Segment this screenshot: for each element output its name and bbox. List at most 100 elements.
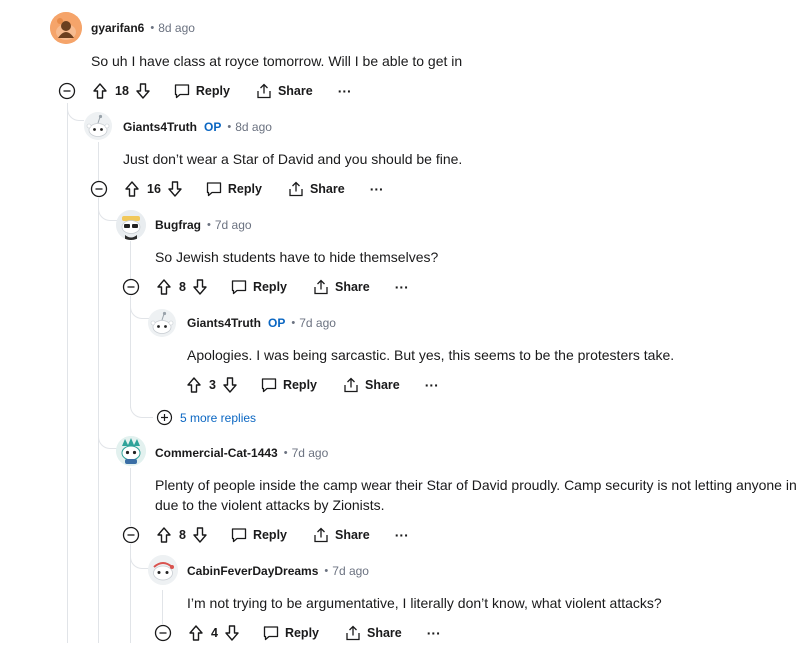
share-label: Share xyxy=(365,378,400,392)
reply-button[interactable]: Reply xyxy=(262,624,319,642)
vote-count: 16 xyxy=(147,182,161,196)
upvote-button[interactable] xyxy=(124,180,140,198)
timestamp[interactable]: 8d ago xyxy=(235,120,272,134)
downvote-button[interactable] xyxy=(192,278,208,296)
more-options-button[interactable]: ··· xyxy=(425,377,439,393)
more-options-button[interactable]: ··· xyxy=(395,527,409,543)
upvote-icon xyxy=(93,83,107,99)
vote-count: 18 xyxy=(115,84,129,98)
separator-dot: • xyxy=(324,565,329,577)
separator-dot: • xyxy=(283,447,288,459)
avatar[interactable] xyxy=(148,309,176,337)
share-button[interactable]: Share xyxy=(342,376,400,394)
more-options-icon: ··· xyxy=(426,625,441,641)
share-button[interactable]: Share xyxy=(287,180,345,198)
thread-connector xyxy=(130,296,149,319)
reply-label: Reply xyxy=(282,378,317,392)
avatar[interactable] xyxy=(116,436,146,466)
reply-label: Reply xyxy=(252,280,287,294)
downvote-button[interactable] xyxy=(222,376,238,394)
thread-line[interactable] xyxy=(98,142,99,182)
collapse-button[interactable] xyxy=(58,82,76,100)
share-icon xyxy=(289,181,303,197)
comment-action-bar: 8 Reply Share ··· xyxy=(122,523,409,547)
author-name[interactable]: Bugfrag xyxy=(155,218,201,232)
more-options-button[interactable]: ··· xyxy=(395,279,409,295)
collapse-button[interactable] xyxy=(90,180,108,198)
timestamp[interactable]: 7d ago xyxy=(292,446,329,460)
comment-meta: Commercial-Cat-1443 • 7d ago xyxy=(155,446,328,460)
reply-button[interactable]: Reply xyxy=(205,180,262,198)
vote-count: 4 xyxy=(211,626,218,640)
more-options-icon: ··· xyxy=(424,377,439,393)
share-button[interactable]: Share xyxy=(344,624,402,642)
avatar[interactable] xyxy=(84,112,112,140)
upvote-icon xyxy=(157,279,171,295)
comment-meta: gyarifan6 • 8d ago xyxy=(91,21,195,35)
comment-meta: Giants4Truth OP • 8d ago xyxy=(123,120,272,134)
op-badge: OP xyxy=(268,316,286,330)
share-label: Share xyxy=(335,528,370,542)
share-icon xyxy=(257,83,271,99)
avatar[interactable] xyxy=(116,210,146,240)
upvote-button[interactable] xyxy=(156,278,172,296)
more-options-button[interactable]: ··· xyxy=(370,181,384,197)
author-name[interactable]: Giants4Truth xyxy=(123,120,197,134)
collapse-button[interactable] xyxy=(122,278,140,296)
thread-line[interactable] xyxy=(67,103,68,643)
comment-action-bar: 4 Reply Share ··· xyxy=(154,621,441,645)
timestamp[interactable]: 7d ago xyxy=(299,316,336,330)
more-replies-label: 5 more replies xyxy=(180,410,257,425)
downvote-button[interactable] xyxy=(192,526,208,544)
more-options-button[interactable]: ··· xyxy=(427,625,441,641)
downvote-button[interactable] xyxy=(167,180,183,198)
more-options-icon: ··· xyxy=(337,83,352,99)
collapse-button[interactable] xyxy=(122,526,140,544)
thread-line[interactable] xyxy=(130,468,131,526)
avatar[interactable] xyxy=(148,555,178,585)
comment-body-line: Plenty of people inside the camp wear th… xyxy=(155,477,797,493)
share-icon xyxy=(344,377,358,393)
upvote-icon xyxy=(125,181,139,197)
reply-label: Reply xyxy=(195,84,230,98)
author-name[interactable]: CabinFeverDayDreams xyxy=(187,564,318,578)
more-replies-link[interactable]: 5 more replies xyxy=(156,409,256,426)
more-options-button[interactable]: ··· xyxy=(338,83,352,99)
share-button[interactable]: Share xyxy=(255,82,313,100)
upvote-button[interactable] xyxy=(156,526,172,544)
reply-button[interactable]: Reply xyxy=(230,526,287,544)
author-name[interactable]: Commercial-Cat-1443 xyxy=(155,446,278,460)
upvote-button[interactable] xyxy=(92,82,108,100)
timestamp[interactable]: 8d ago xyxy=(158,21,195,35)
thread-line[interactable] xyxy=(162,590,163,624)
share-label: Share xyxy=(335,280,370,294)
thread-connector xyxy=(98,198,117,221)
downvote-button[interactable] xyxy=(135,82,151,100)
thread-connector xyxy=(98,424,117,449)
timestamp[interactable]: 7d ago xyxy=(215,218,252,232)
reply-button[interactable]: Reply xyxy=(260,376,317,394)
comment-icon xyxy=(261,378,277,393)
author-name[interactable]: gyarifan6 xyxy=(91,21,144,35)
reply-button[interactable]: Reply xyxy=(230,278,287,296)
avatar[interactable] xyxy=(50,12,82,44)
upvote-button[interactable] xyxy=(188,624,204,642)
comment-icon xyxy=(231,280,247,295)
downvote-button[interactable] xyxy=(224,624,240,642)
author-name[interactable]: Giants4Truth xyxy=(187,316,261,330)
share-label: Share xyxy=(309,182,345,196)
comment-meta: Giants4Truth OP • 7d ago xyxy=(187,316,336,330)
comment-meta: Bugfrag • 7d ago xyxy=(155,218,252,232)
collapse-icon xyxy=(58,82,76,100)
share-button[interactable]: Share xyxy=(312,278,370,296)
comment-action-bar: 8 Reply Share ··· xyxy=(122,275,409,299)
thread-connector xyxy=(67,103,84,121)
comment-icon xyxy=(206,182,222,197)
reply-button[interactable]: Reply xyxy=(173,82,230,100)
comment-body: So uh I have class at royce tomorrow. Wi… xyxy=(91,53,463,69)
share-button[interactable]: Share xyxy=(312,526,370,544)
timestamp[interactable]: 7d ago xyxy=(332,564,369,578)
upvote-button[interactable] xyxy=(186,376,202,394)
reply-label: Reply xyxy=(284,626,319,640)
collapse-button[interactable] xyxy=(154,624,172,642)
